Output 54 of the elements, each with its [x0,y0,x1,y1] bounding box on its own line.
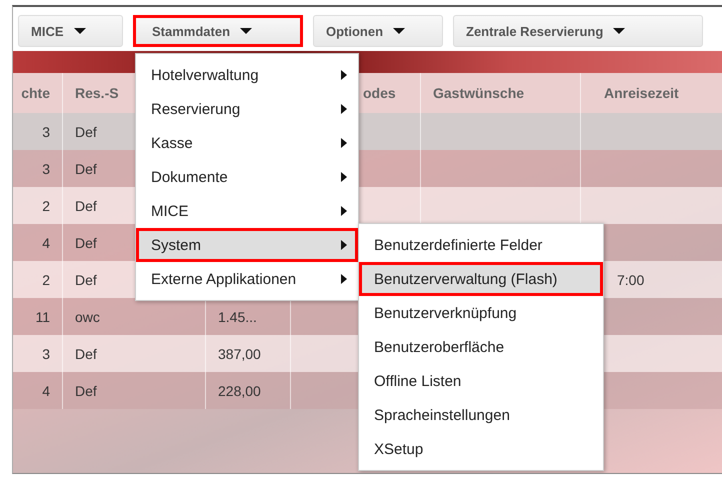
column-header[interactable]: Gastwünsche [433,85,524,101]
table-cell: 11 [35,308,50,324]
menu-item[interactable]: Externe Applikationen [136,262,358,296]
menu-item[interactable]: XSetup [359,432,603,466]
column-header[interactable]: Anreisezeit [604,85,679,101]
submenu-arrow-icon [341,172,347,182]
table-cell: 2 [42,272,50,288]
menu-button[interactable]: MICE [18,15,123,47]
table-cell: Def [75,198,97,214]
menu-item[interactable]: Offline Listen [359,364,603,398]
submenu-arrow-icon [341,240,347,250]
caret-icon [393,28,406,34]
menu-item[interactable]: Reservierung [136,92,358,126]
menu-item[interactable]: Benutzeroberfläche [359,330,603,364]
menu-item[interactable]: Benutzerdefinierte Felder [359,228,603,262]
caret-icon [240,28,252,34]
table-cell: Def [75,234,97,250]
table-cell: 4 [42,234,50,250]
menu-item[interactable]: Kasse [136,126,358,160]
table-cell: 228,00 [218,382,261,398]
table-cell: Def [75,124,97,140]
column-header[interactable]: Res.-S [75,85,119,101]
caret-icon [613,28,626,34]
menu-button[interactable]: Optionen [313,15,443,47]
menu-button[interactable]: Stammdaten [133,15,303,47]
column-header[interactable]: odes [363,85,396,101]
menu-item[interactable]: Benutzerverwaltung (Flash) [359,262,603,296]
table-cell: Def [75,346,97,362]
menu-item[interactable]: Benutzerverknüpfung [359,296,603,330]
table-cell: 3 [42,346,50,362]
submenu-arrow-icon [341,70,347,80]
table-cell: 387,00 [218,346,261,362]
submenu-arrow-icon [341,104,347,114]
table-cell: 3 [42,124,50,140]
menu-item[interactable]: Dokumente [136,160,358,194]
table-cell: 3 [42,160,50,176]
table-cell: 7:00 [617,272,644,288]
menu-item[interactable]: Spracheinstellungen [359,398,603,432]
submenu-arrow-icon [341,274,347,284]
table-cell: Def [75,272,97,288]
menu-item[interactable]: Hotelverwaltung [136,58,358,92]
menu-button[interactable]: Zentrale Reservierung [453,15,703,47]
menu-item[interactable]: MICE [136,194,358,228]
caret-icon [74,28,86,34]
menu-item[interactable]: System [136,228,358,262]
table-cell: owc [75,308,100,324]
table-cell: 4 [42,382,50,398]
table-cell: Def [75,160,97,176]
table-cell: 2 [42,198,50,214]
column-header[interactable]: chte [21,85,50,101]
submenu-arrow-icon [341,206,347,216]
table-cell: 1.45... [218,308,257,324]
table-cell: Def [75,382,97,398]
submenu-arrow-icon [341,138,347,148]
